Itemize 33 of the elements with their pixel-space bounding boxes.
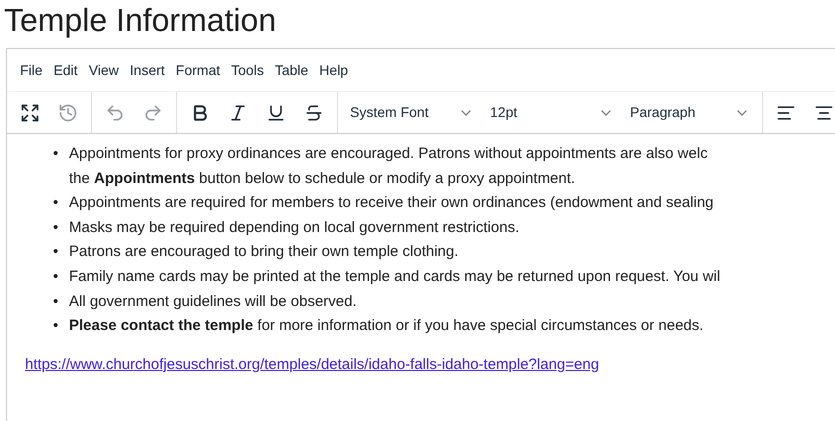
redo-icon <box>143 102 163 122</box>
bullet: • <box>53 266 60 287</box>
undo-icon <box>105 102 125 122</box>
menu-item[interactable]: Help <box>314 56 354 85</box>
dropdown-select[interactable]: Paragraph <box>622 96 758 130</box>
list-item: Masks may be required depending on local government restrictions. <box>69 218 520 238</box>
temple-link[interactable]: https://www.churchofjesuschrist.org/temples/details/idaho-falls-idaho-temple?lang=eng <box>25 356 600 373</box>
bullet: • <box>53 218 60 238</box>
menu-item[interactable]: View <box>84 56 124 85</box>
underline-icon <box>266 102 286 122</box>
dropdown-select[interactable]: System Font <box>342 96 482 130</box>
menu-item[interactable]: Tools <box>226 56 269 85</box>
bullet: • <box>53 144 60 164</box>
bullet: • <box>53 316 60 336</box>
menu-item[interactable]: Insert <box>124 56 170 85</box>
bullet: • <box>53 193 60 214</box>
menu-item[interactable]: Format <box>170 56 226 85</box>
page-title: Temple Information <box>3 1 278 39</box>
menu-item[interactable]: Edit <box>48 56 83 85</box>
dropdown-select[interactable]: 12pt <box>482 96 622 130</box>
history-icon <box>58 102 78 122</box>
list-item: Patrons are encouraged to bring their own temple clothing. <box>69 242 458 262</box>
bullet: • <box>53 242 60 262</box>
menu-item[interactable]: File <box>15 56 48 85</box>
list-item: Family name cards may be printed at the temple and cards may be returned upon request. You wil <box>69 266 720 287</box>
list-item: All government guidelines will be observed. <box>69 292 357 312</box>
fullscreen-icon <box>20 102 40 122</box>
menu-item[interactable]: Table <box>270 56 314 85</box>
bullet: • <box>53 292 60 312</box>
strikethrough-icon <box>304 102 324 122</box>
list-item: Please contact the temple for more information or if you have special circumstances or needs. <box>69 316 704 336</box>
list-item: Appointments are required for members to receive their own ordinances (endowment and sealing <box>69 193 714 214</box>
list-item: Appointments for proxy ordinances are encouraged. Patrons without appointments are also welc the Appointments button below to schedule or modify a proxy appointment. <box>69 144 708 189</box>
